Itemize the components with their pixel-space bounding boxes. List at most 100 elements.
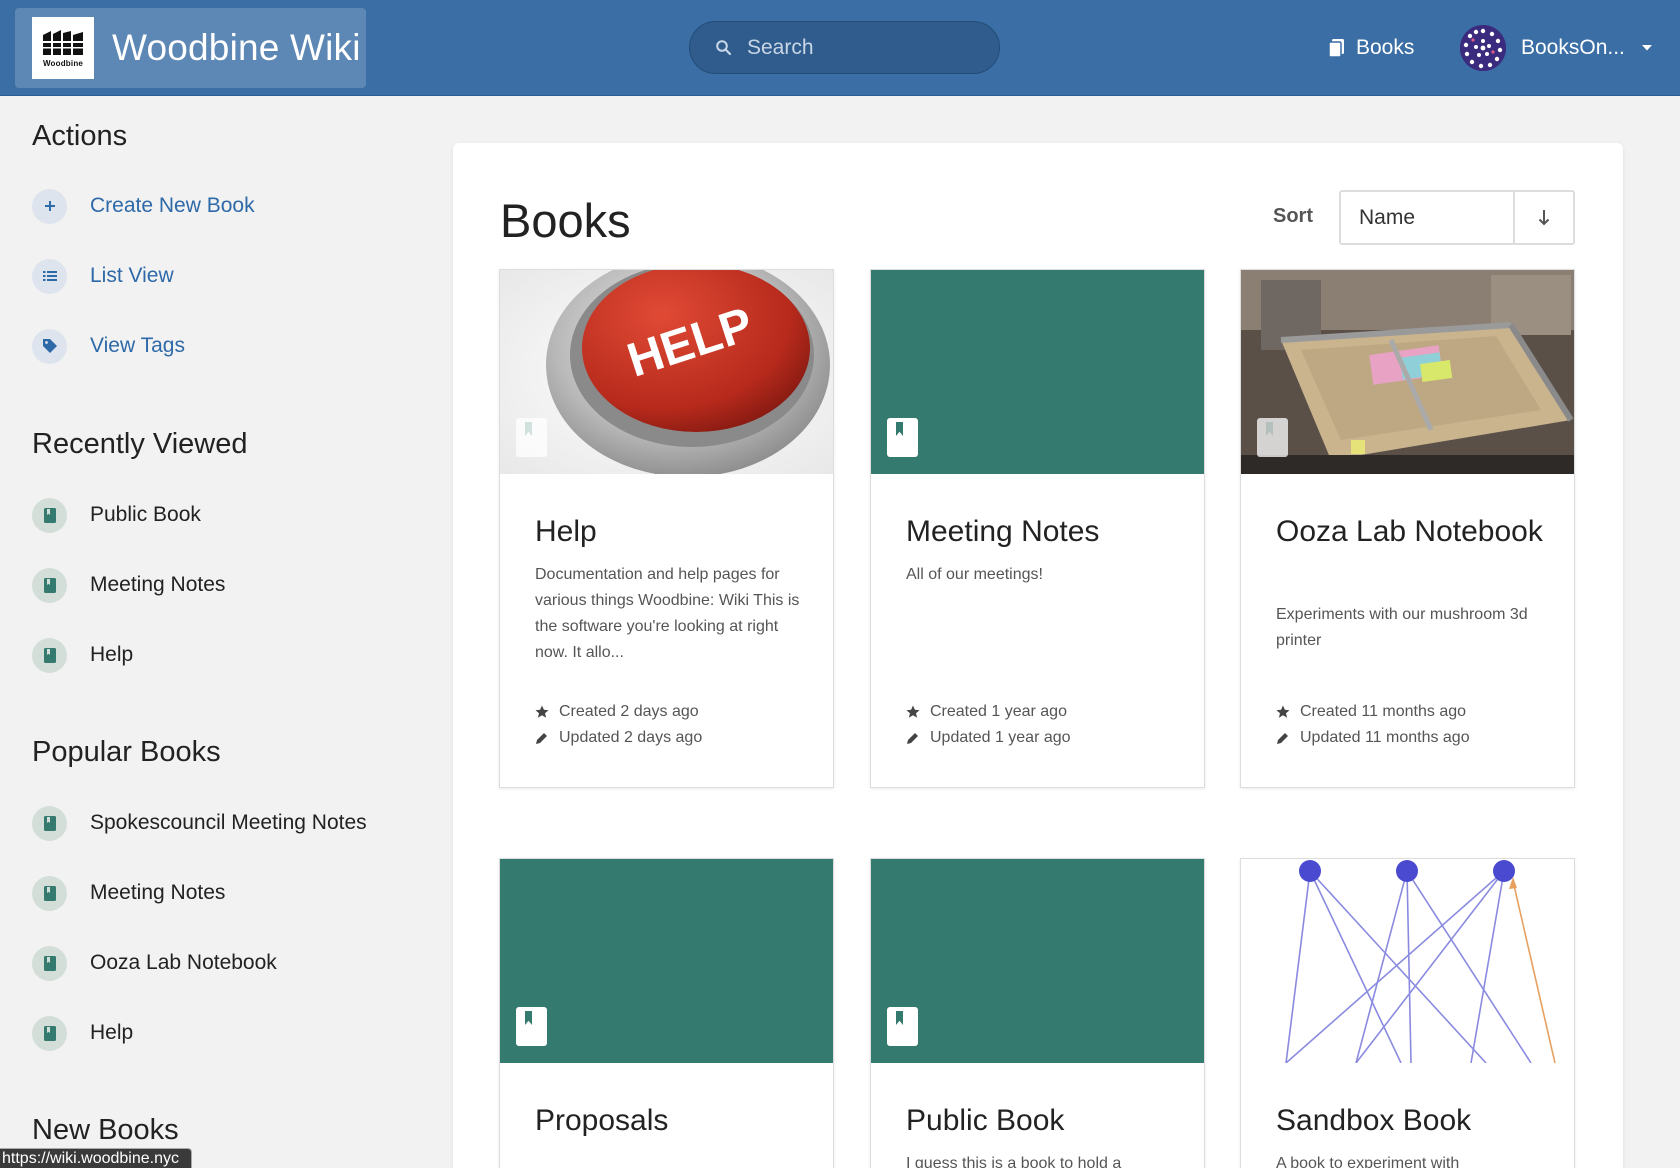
book-title: Help bbox=[535, 515, 597, 548]
list-icon bbox=[32, 258, 67, 294]
book-cover-placeholder bbox=[500, 859, 833, 1063]
book-icon bbox=[32, 567, 67, 603]
site-title: Woodbine Wiki bbox=[112, 27, 361, 68]
view-tags-action[interactable]: View Tags bbox=[32, 327, 185, 365]
book-icon bbox=[32, 805, 67, 841]
star-icon bbox=[906, 705, 920, 718]
book-badge-icon bbox=[516, 418, 547, 457]
book-card-public-book[interactable]: Public Book I guess this is a book to ho… bbox=[870, 858, 1205, 1168]
book-badge-icon bbox=[516, 1007, 547, 1046]
new-books-heading: New Books bbox=[32, 1114, 179, 1146]
updated-text: Updated 1 year ago bbox=[930, 729, 1071, 746]
network-graph-image bbox=[1285, 860, 1556, 1063]
created-text: Created 2 days ago bbox=[559, 703, 699, 720]
avatar bbox=[1460, 25, 1506, 71]
sort-label: Sort bbox=[1273, 205, 1313, 227]
book-card-help[interactable]: HELP Help Documentation and help pages f… bbox=[499, 269, 834, 788]
logo-text: Woodbine bbox=[42, 58, 84, 68]
nav-books-link[interactable]: Books bbox=[1328, 30, 1414, 66]
home-link[interactable]: Woodbine Woodbine Wiki bbox=[15, 8, 366, 88]
book-badge-icon bbox=[887, 418, 918, 457]
book-label: Meeting Notes bbox=[90, 573, 226, 596]
tag-icon bbox=[32, 328, 67, 364]
book-label: Spokescouncil Meeting Notes bbox=[90, 811, 367, 834]
create-new-book-action[interactable]: Create New Book bbox=[32, 187, 255, 225]
book-title: Public Book bbox=[906, 1104, 1065, 1137]
created-meta: Created 11 months ago bbox=[1276, 703, 1466, 721]
action-label: View Tags bbox=[90, 334, 185, 357]
book-card-sandbox-book[interactable]: Sandbox Book A book to experiment with bbox=[1240, 858, 1575, 1168]
list-view-action[interactable]: List View bbox=[32, 257, 174, 295]
popular-book-item[interactable]: Spokescouncil Meeting Notes bbox=[32, 804, 367, 842]
book-title: Meeting Notes bbox=[906, 515, 1100, 548]
book-description: Experiments with our mushroom 3d printer bbox=[1276, 606, 1528, 649]
action-label: Create New Book bbox=[90, 194, 255, 217]
book-description: I guess this is a book to hold a bbox=[906, 1155, 1122, 1168]
star-icon bbox=[1276, 705, 1290, 718]
book-cover-image bbox=[1241, 859, 1574, 1063]
arrow-down-icon bbox=[1538, 209, 1550, 225]
popular-book-item[interactable]: Meeting Notes bbox=[32, 874, 225, 912]
sidebar: Actions Create New Book List View View T… bbox=[0, 96, 440, 1168]
actions-heading: Actions bbox=[32, 120, 128, 152]
sort-direction-button[interactable] bbox=[1515, 192, 1573, 243]
created-meta: Created 1 year ago bbox=[906, 703, 1067, 721]
book-title: Sandbox Book bbox=[1276, 1104, 1472, 1137]
book-cover-image bbox=[1241, 270, 1574, 474]
book-icon bbox=[32, 1015, 67, 1051]
created-text: Created 1 year ago bbox=[930, 703, 1067, 720]
search-icon bbox=[716, 39, 732, 55]
book-label: Public Book bbox=[90, 503, 201, 526]
sort-select[interactable]: Name bbox=[1341, 192, 1515, 243]
book-badge-icon bbox=[887, 1007, 918, 1046]
books-icon bbox=[1328, 39, 1344, 58]
page-title: Books bbox=[500, 194, 631, 247]
recent-book-item[interactable]: Public Book bbox=[32, 496, 201, 534]
book-stack-logo-icon bbox=[43, 29, 83, 55]
updated-meta: Updated 1 year ago bbox=[906, 729, 1071, 747]
user-name: BooksOn... bbox=[1521, 36, 1625, 59]
book-cover-placeholder bbox=[871, 859, 1204, 1063]
book-badge-icon bbox=[1257, 418, 1288, 457]
star-icon bbox=[535, 705, 549, 718]
pencil-icon bbox=[536, 733, 547, 744]
pencil-icon bbox=[907, 733, 918, 744]
top-bar: Woodbine Woodbine Wiki Books bbox=[0, 0, 1680, 96]
created-meta: Created 2 days ago bbox=[535, 703, 699, 721]
book-description: A book to experiment with bbox=[1276, 1155, 1460, 1168]
popular-book-item[interactable]: Ooza Lab Notebook bbox=[32, 944, 277, 982]
link-hover-status: https://wiki.woodbine.nyc bbox=[0, 1148, 192, 1168]
book-label: Help bbox=[90, 643, 134, 666]
updated-meta: Updated 2 days ago bbox=[535, 729, 702, 747]
plus-icon bbox=[32, 188, 67, 224]
caret-down-icon bbox=[1641, 45, 1652, 51]
nav-books-label: Books bbox=[1356, 36, 1415, 59]
search-bar[interactable] bbox=[689, 21, 1000, 74]
book-cover-image: HELP bbox=[500, 270, 833, 474]
book-card-ooza-lab-notebook[interactable]: Ooza Lab Notebook Experiments with our m… bbox=[1240, 269, 1575, 788]
recently-viewed-heading: Recently Viewed bbox=[32, 428, 248, 460]
popular-books-heading: Popular Books bbox=[32, 736, 221, 768]
search-input[interactable] bbox=[747, 35, 977, 60]
popular-book-item[interactable]: Help bbox=[32, 1014, 133, 1052]
book-card-proposals[interactable]: Proposals bbox=[499, 858, 834, 1168]
recent-book-item[interactable]: Meeting Notes bbox=[32, 566, 225, 604]
book-card-meeting-notes[interactable]: Meeting Notes All of our meetings! Creat… bbox=[870, 269, 1205, 788]
books-panel: Books Sort Name HELP Help Documentation … bbox=[453, 143, 1623, 1168]
sort-control: Name bbox=[1339, 190, 1575, 245]
book-icon bbox=[32, 497, 67, 533]
book-label: Help bbox=[90, 1021, 134, 1044]
book-description: All of our meetings! bbox=[906, 566, 1043, 583]
recent-book-item[interactable]: Help bbox=[32, 636, 133, 674]
book-icon bbox=[32, 945, 67, 981]
updated-text: Updated 2 days ago bbox=[559, 729, 703, 746]
action-label: List View bbox=[90, 264, 174, 287]
book-title: Proposals bbox=[535, 1104, 669, 1137]
book-title: Ooza Lab Notebook bbox=[1276, 515, 1543, 548]
woodbine-logo: Woodbine bbox=[32, 17, 94, 79]
user-menu[interactable]: BooksOn... bbox=[1460, 24, 1653, 72]
book-icon bbox=[32, 875, 67, 911]
updated-text: Updated 11 months ago bbox=[1300, 729, 1470, 746]
created-text: Created 11 months ago bbox=[1300, 703, 1467, 720]
book-description: Documentation and help pages for various… bbox=[535, 566, 800, 661]
